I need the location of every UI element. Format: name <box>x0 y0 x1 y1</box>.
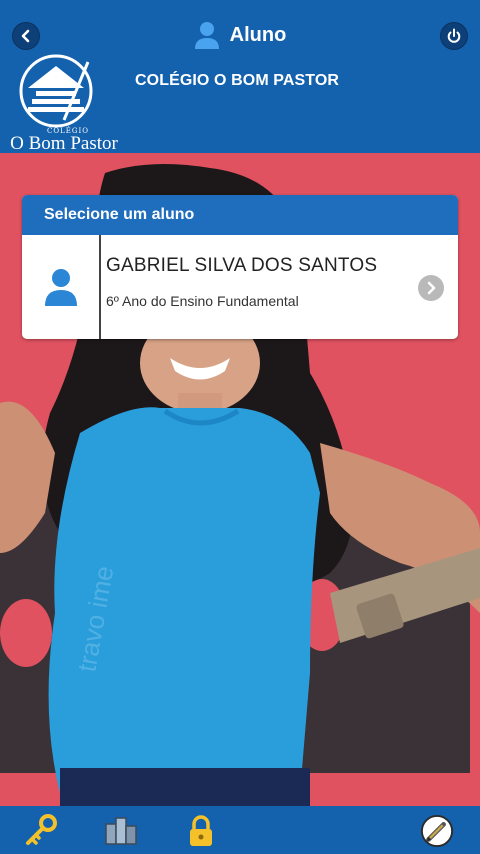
title-group: Aluno <box>0 20 480 50</box>
student-grade: 6º Ano do Ensino Fundamental <box>106 293 299 309</box>
school-name: COLÉGIO O BOM PASTOR <box>135 72 340 89</box>
school-logo: COLÉGIO O Bom Pastor <box>6 54 122 154</box>
chevron-right-icon[interactable] <box>418 275 444 301</box>
logout-button[interactable] <box>440 22 468 50</box>
student-name: GABRIEL SILVA DOS SANTOS <box>106 255 378 276</box>
bottom-nav <box>0 806 480 854</box>
user-icon <box>194 22 219 49</box>
student-selection-card: Selecione um aluno GABRIEL SILVA DOS SAN… <box>22 195 458 339</box>
books-icon[interactable] <box>104 814 138 848</box>
key-icon[interactable] <box>24 814 58 848</box>
page-title: Aluno <box>229 23 287 46</box>
lock-icon[interactable] <box>184 814 218 848</box>
student-list-item[interactable]: GABRIEL SILVA DOS SANTOS 6º Ano do Ensin… <box>22 235 458 339</box>
top-bar: Aluno COLÉGIO O Bom Pastor COLÉGIO O BOM… <box>0 0 480 154</box>
card-header: Selecione um aluno <box>22 195 458 235</box>
power-icon <box>447 28 461 43</box>
avatar <box>22 235 101 339</box>
user-icon <box>44 269 77 306</box>
svg-text:O Bom Pastor: O Bom Pastor <box>10 133 118 154</box>
pencil-icon[interactable] <box>420 814 454 848</box>
